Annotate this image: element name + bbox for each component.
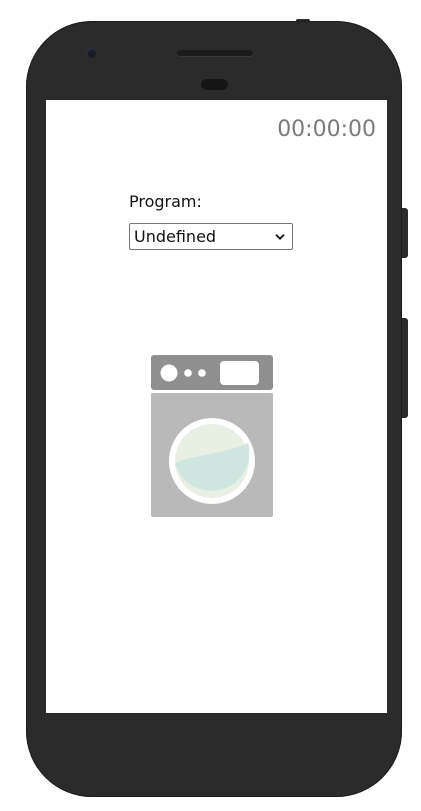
chevron-down-icon [274,231,286,243]
program-select[interactable]: Undefined [129,223,293,250]
app-screen: 00:00:00 Program: Undefined [46,100,387,713]
program-select-value: Undefined [134,227,217,246]
program-label: Program: [129,192,202,211]
earpiece-speaker [177,50,253,56]
timer-display: 00:00:00 [277,117,376,142]
proximity-sensor [201,79,228,90]
power-button [402,208,408,258]
volume-button [402,318,408,418]
device-mockup: 00:00:00 Program: Undefined [0,0,421,811]
front-camera [86,48,96,58]
washing-machine-icon [151,355,273,518]
